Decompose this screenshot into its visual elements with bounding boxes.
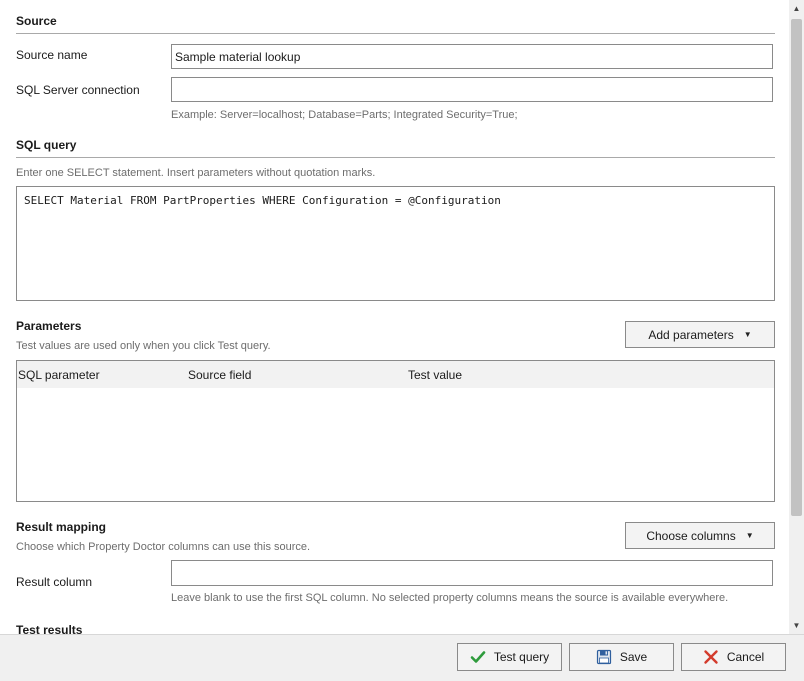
cancel-label: Cancel (726, 650, 765, 664)
result-column-input[interactable] (171, 560, 773, 586)
scroll-thumb[interactable] (791, 19, 802, 516)
grid-header: SQL parameter Source field Test value (17, 361, 774, 388)
save-button[interactable]: Save (569, 643, 674, 671)
column-header-test-value[interactable]: Test value (408, 368, 462, 382)
sql-section-title: SQL query (16, 138, 77, 152)
sql-query-editor[interactable]: SELECT Material FROM PartProperties WHER… (16, 186, 775, 301)
source-name-label: Source name (16, 48, 88, 62)
connection-hint: Example: Server=localhost; Database=Part… (171, 109, 518, 121)
caret-down-icon: ▼ (743, 330, 752, 339)
section-divider (16, 157, 775, 158)
column-header-source-field[interactable]: Source field (188, 368, 251, 382)
connection-input[interactable] (171, 77, 773, 102)
parameters-hint: Test values are used only when you click… (16, 340, 271, 352)
add-parameters-button[interactable]: Add parameters ▼ (625, 321, 775, 348)
choose-columns-label: Choose columns (646, 528, 736, 543)
source-editor-panel: Source Source name SQL Server connection… (0, 0, 789, 634)
x-mark-icon (703, 649, 719, 665)
column-header-sql-parameter[interactable]: SQL parameter (18, 368, 100, 382)
mapping-section-title: Result mapping (16, 520, 107, 534)
test-results-section-title: Test results (16, 623, 83, 634)
dialog-footer: Test query Save Cancel (0, 634, 804, 681)
source-name-input[interactable] (171, 44, 773, 69)
parameters-section-title: Parameters (16, 319, 82, 333)
add-parameters-label: Add parameters (648, 327, 734, 342)
checkmark-icon (470, 649, 486, 665)
result-column-label: Result column (16, 575, 93, 589)
sql-hint: Enter one SELECT statement. Insert param… (16, 167, 376, 179)
test-query-label: Test query (493, 650, 550, 664)
mapping-hint: Choose which Property Doctor columns can… (16, 541, 311, 553)
connection-label: SQL Server connection (16, 83, 140, 97)
cancel-button[interactable]: Cancel (681, 643, 786, 671)
caret-down-icon: ▼ (745, 531, 754, 540)
save-label: Save (619, 650, 648, 664)
result-column-hint: Leave blank to use the first SQL column.… (171, 592, 729, 604)
choose-columns-button[interactable]: Choose columns ▼ (625, 522, 775, 549)
section-divider (16, 33, 775, 34)
source-section-title: Source (16, 14, 57, 28)
parameters-grid[interactable]: SQL parameter Source field Test value (16, 360, 775, 502)
test-query-button[interactable]: Test query (457, 643, 562, 671)
floppy-disk-icon (596, 649, 612, 665)
vertical-scrollbar[interactable]: ▲ ▼ (789, 0, 804, 634)
scroll-up-arrow-icon[interactable]: ▲ (789, 0, 804, 17)
scroll-down-arrow-icon[interactable]: ▼ (789, 617, 804, 634)
